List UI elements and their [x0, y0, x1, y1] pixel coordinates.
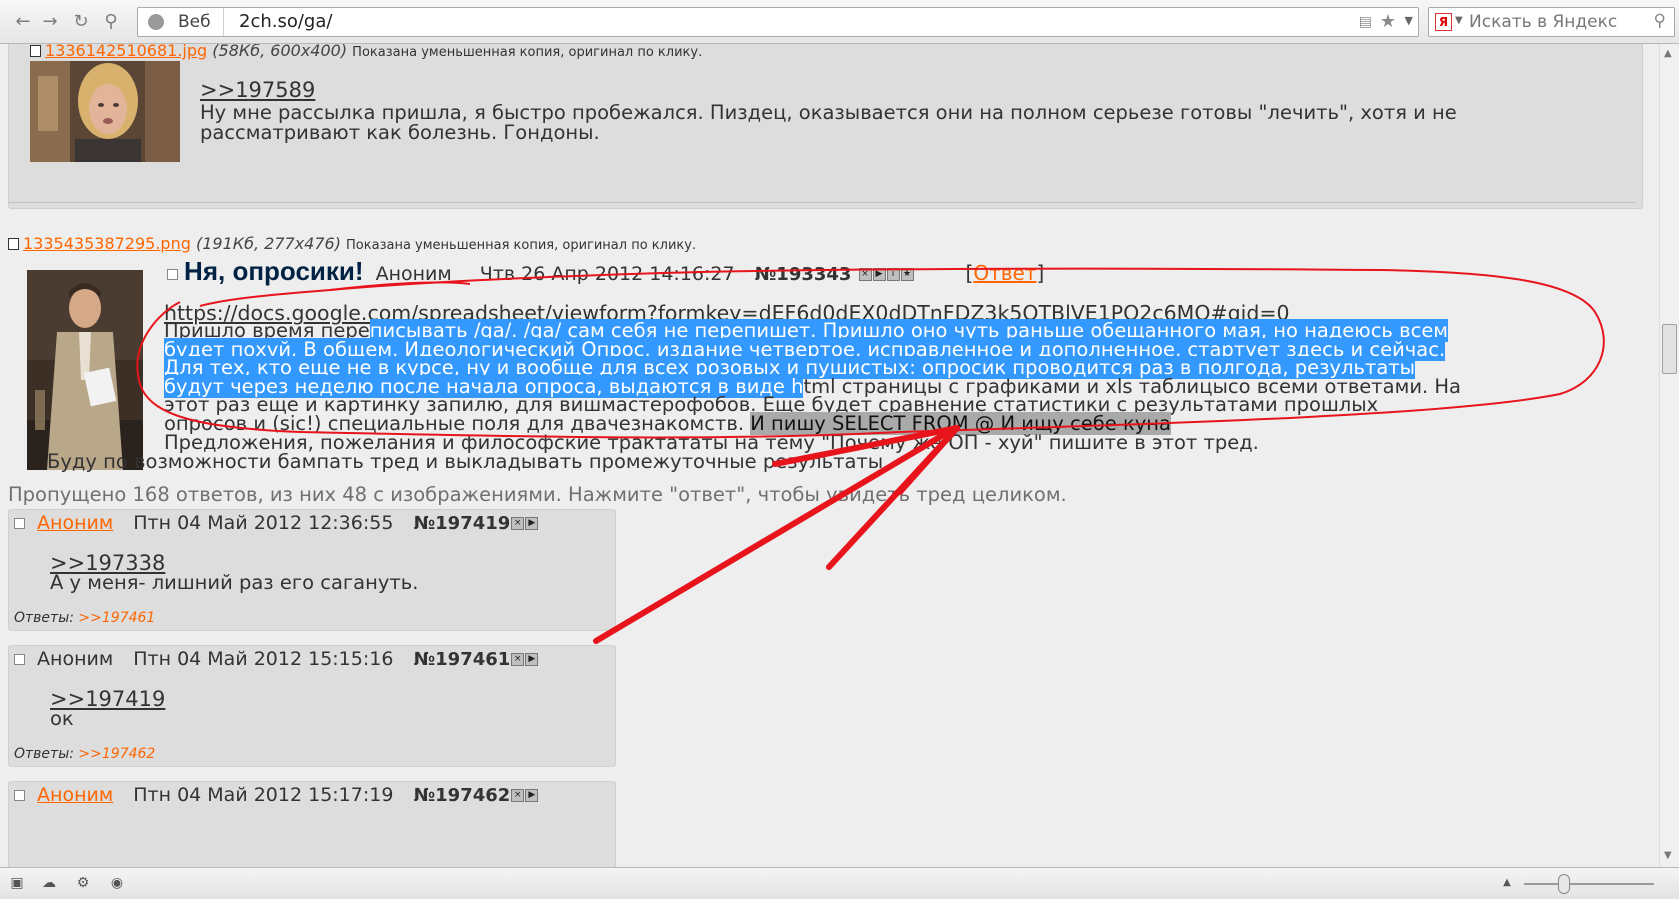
zoom-slider-track[interactable] [1524, 883, 1654, 885]
bookmark-star-icon[interactable]: ★ [1380, 11, 1396, 32]
reload-icon[interactable]: ↻ [70, 11, 92, 33]
search-mode-label[interactable]: Веб [178, 8, 224, 36]
search-icon[interactable]: ⚲ [1654, 11, 1666, 31]
forward-icon[interactable]: → [39, 11, 61, 33]
annotation-ellipse [136, 267, 1605, 439]
browser-toolbar: ← → ↻ ⚲ Веб 2ch.so/ga/ ▤ ★ ▼ Я ▼ Искать … [0, 0, 1679, 44]
url-text[interactable]: 2ch.so/ga/ [239, 8, 332, 36]
rss-icon[interactable]: ▤ [1359, 14, 1372, 30]
site-info-icon[interactable] [148, 14, 164, 30]
key-icon[interactable]: ⚲ [100, 11, 122, 33]
search-placeholder[interactable]: Искать в Яндекс [1469, 12, 1617, 32]
scroll-up-icon[interactable]: ▲ [1664, 48, 1672, 59]
scrollbar-thumb[interactable] [1662, 324, 1677, 374]
back-icon[interactable]: ← [12, 11, 34, 33]
address-bar[interactable]: Веб 2ch.so/ga/ ▤ ★ ▼ [137, 7, 1419, 37]
share-icon[interactable]: ⚙ [74, 875, 92, 891]
engine-dropdown-icon[interactable]: ▼ [1455, 15, 1463, 26]
cloud-icon[interactable]: ☁ [40, 875, 58, 891]
scroll-down-icon[interactable]: ▼ [1664, 850, 1672, 861]
panel-toggle-icon[interactable]: ▣ [8, 875, 26, 891]
speed-dial-icon[interactable]: ◉ [108, 875, 126, 891]
zoom-out-icon[interactable]: ▲ [1498, 875, 1516, 891]
vertical-scrollbar[interactable]: ▲ ▼ [1659, 44, 1679, 867]
red-annotation-overlay [136, 267, 1605, 644]
yandex-logo-icon[interactable]: Я [1435, 13, 1452, 31]
url-dropdown-icon[interactable]: ▼ [1405, 14, 1413, 27]
page-content: 1336142510681.jpg (58Кб, 600x400) Показа… [0, 44, 1659, 867]
search-box[interactable]: Я ▼ Искать в Яндекс ⚲ [1428, 7, 1675, 37]
status-bar: ▣ ☁ ⚙ ◉ ▲ [0, 867, 1679, 899]
annotation-arrow-line [593, 425, 958, 644]
zoom-slider-knob[interactable] [1558, 874, 1570, 894]
